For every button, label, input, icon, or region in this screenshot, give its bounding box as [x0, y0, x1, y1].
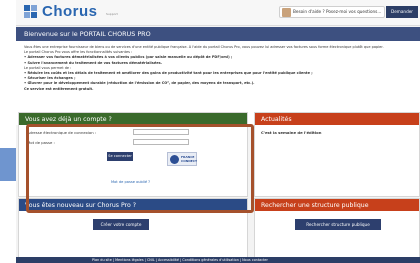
welcome-title-bar: Bienvenue sur le PORTAIL CHORUS PRO — [16, 27, 420, 41]
help-text: Besoin d'aide ? Posez-moi vos questions.… — [293, 9, 382, 14]
welcome-section: Bienvenue sur le PORTAIL CHORUS PRO Vous… — [16, 27, 420, 125]
login-highlight-frame — [26, 124, 254, 213]
create-account-button[interactable]: Créer votre compte — [93, 219, 149, 230]
news-title: Actualités — [261, 115, 292, 123]
news-item[interactable]: C'est la semaine de l'édition — [261, 130, 321, 135]
search-panel: Rechercher une structure publique Recher… — [254, 198, 420, 258]
footer: Plan du site | Mentions légales | CNIL |… — [16, 257, 420, 263]
footer-links[interactable]: Plan du site | Mentions légales | CNIL |… — [92, 258, 268, 262]
welcome-title: Bienvenue sur le PORTAIL CHORUS PRO — [24, 30, 151, 38]
search-title: Rechercher une structure publique — [261, 201, 369, 209]
help-input[interactable]: Besoin d'aide ? Posez-moi vos questions.… — [279, 6, 385, 18]
search-structure-button[interactable]: Rechercher structure publique — [295, 219, 381, 230]
header: Chorus Support Besoin d'aide ? Posez-moi… — [16, 0, 420, 26]
logo-subtext: Support — [106, 12, 118, 16]
news-title-bar: Actualités — [255, 113, 419, 125]
logo-mark-icon — [24, 5, 38, 19]
welcome-line: Ce service est entièrement gratuit. — [24, 86, 94, 91]
assistant-avatar — [282, 8, 291, 17]
logo-text: Chorus — [42, 3, 98, 20]
news-panel: Actualités C'est la semaine de l'édition — [254, 112, 420, 197]
welcome-text: Vous êtes une entreprise fournisseur de … — [24, 45, 416, 92]
ask-button[interactable]: Demander — [386, 6, 418, 18]
login-title: Vous avez déjà un compte ? — [25, 115, 112, 123]
search-title-bar: Rechercher une structure publique — [255, 199, 419, 211]
